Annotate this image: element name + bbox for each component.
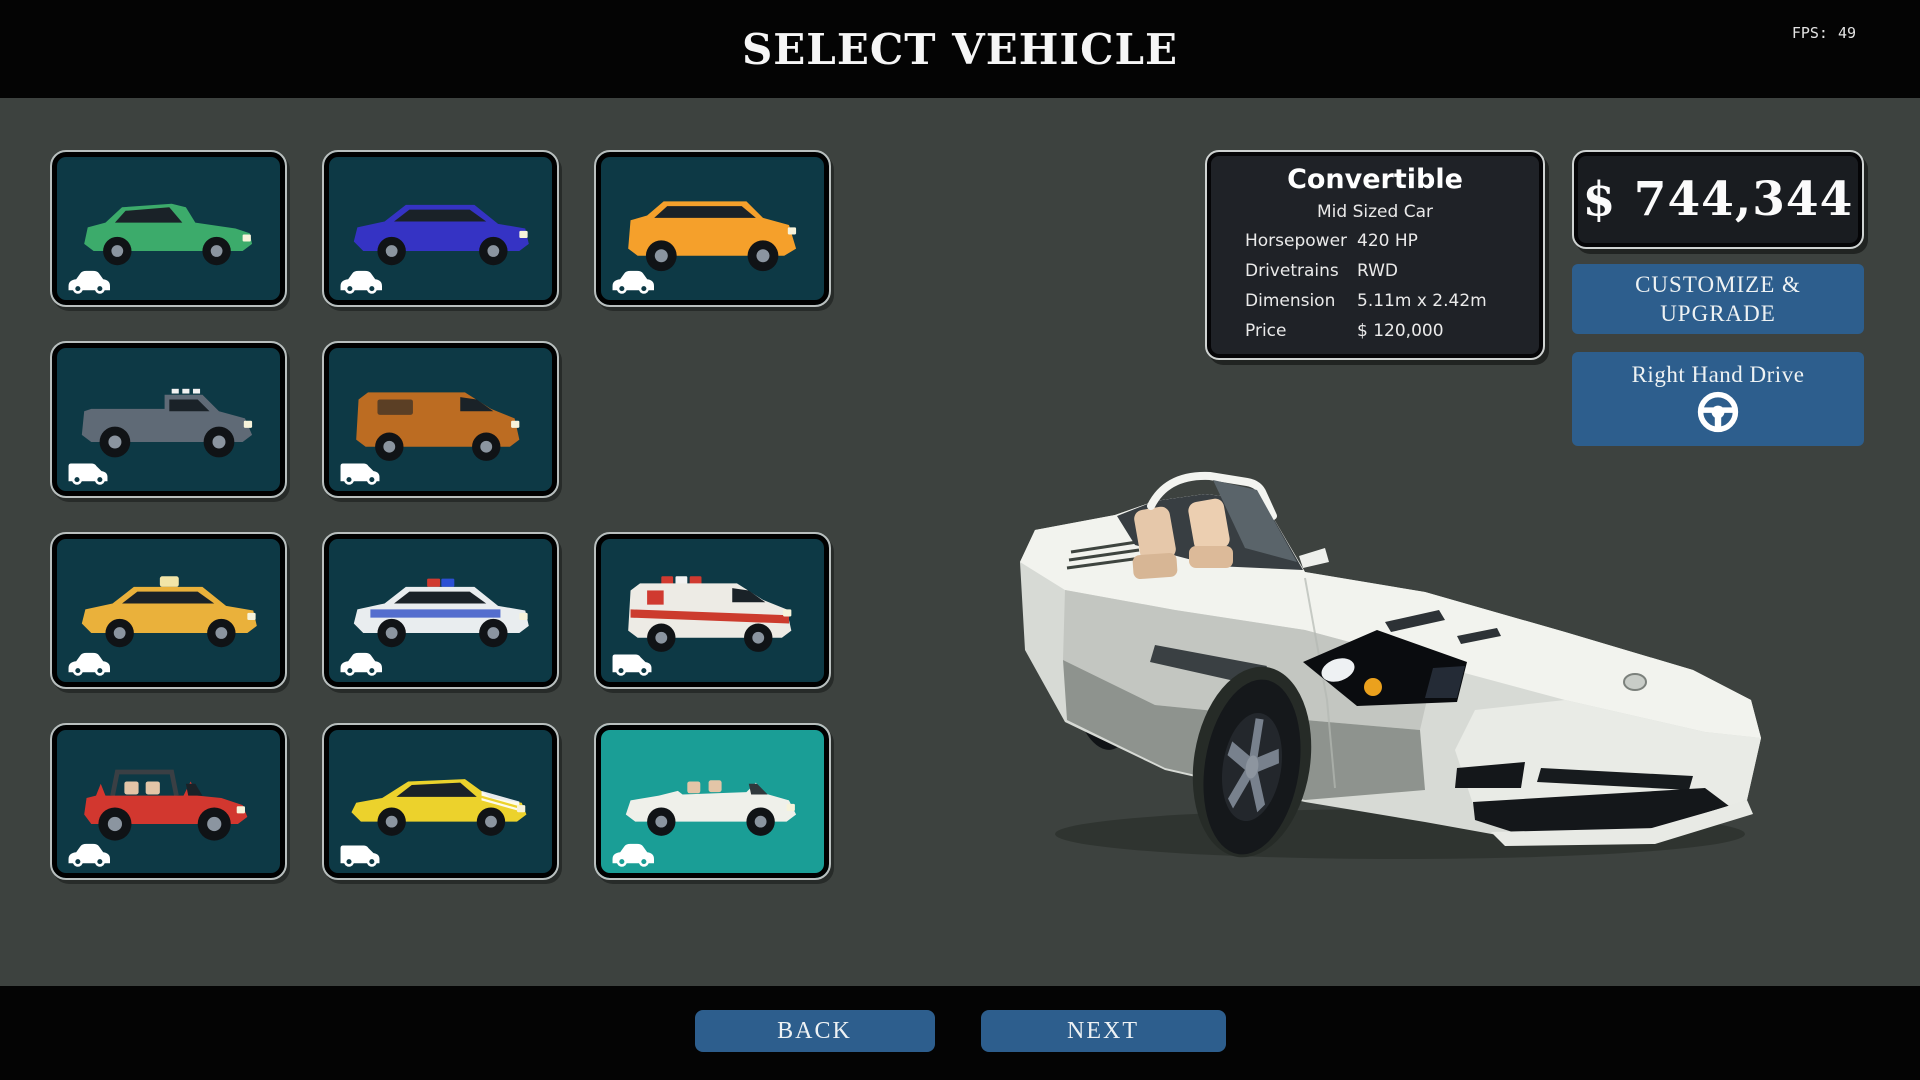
top-bar: SELECT VEHICLE FPS: 49 [0,0,1920,98]
spec-label: Dimension [1207,291,1357,312]
vehicle-tile-green-hatchback[interactable] [50,150,287,307]
bottom-bar: BACK NEXT [0,986,1920,1080]
spec-value: 5.11m x 2.42m [1357,291,1487,312]
customize-line1: CUSTOMIZE & [1635,270,1801,299]
spec-value: $ 120,000 [1357,321,1444,342]
car-icon [66,649,110,677]
next-button[interactable]: NEXT [981,1010,1226,1052]
spec-row-dimension: Dimension 5.11m x 2.42m [1207,291,1543,312]
vehicle-tile-blue-sedan[interactable] [322,150,559,307]
spec-label: Drivetrains [1207,261,1357,282]
total-price-panel: $ 744,344 [1572,150,1864,249]
fps-counter: FPS: 49 [1782,24,1856,42]
vehicle-tile-orange-suv[interactable] [594,150,831,307]
customize-upgrade-button[interactable]: CUSTOMIZE & UPGRADE [1572,264,1864,334]
vehicle-name: Convertible [1207,164,1543,195]
total-price: $ 744,344 [1583,172,1854,227]
vehicle-tile-police-car[interactable] [322,532,559,689]
rhd-label: Right Hand Drive [1632,362,1805,388]
spec-label: Horsepower [1207,231,1357,252]
vehicle-tile-yellow-muscle-car[interactable] [322,723,559,880]
customize-line2: UPGRADE [1660,299,1776,328]
van-icon [338,458,382,486]
page-title: SELECT VEHICLE [0,0,1920,98]
car-icon [338,649,382,677]
vehicle-tile-red-jeep[interactable] [50,723,287,880]
car-icon [610,840,654,868]
fps-value: 49 [1838,24,1856,42]
spec-label: Price [1207,321,1357,342]
vehicle-tile-ambulance[interactable] [594,532,831,689]
spec-row-price: Price $ 120,000 [1207,321,1543,342]
vehicle-select-screen: SELECT VEHICLE FPS: 49 [0,0,1920,1080]
spec-value: RWD [1357,261,1398,282]
car-icon [338,267,382,295]
selected-vehicle-preview [1005,470,1815,875]
vehicle-tile-orange-van[interactable] [322,341,559,498]
van-icon [610,649,654,677]
back-button[interactable]: BACK [695,1010,935,1052]
van-icon [338,840,382,868]
vehicle-grid [50,150,831,880]
vehicle-tile-gray-pickup[interactable] [50,341,287,498]
vehicle-tile-taxi[interactable] [50,532,287,689]
spec-value: 420 HP [1357,231,1418,252]
spec-row-drivetrains: Drivetrains RWD [1207,261,1543,282]
vehicle-class: Mid Sized Car [1207,202,1543,222]
car-icon [66,840,110,868]
right-hand-drive-button[interactable]: Right Hand Drive [1572,352,1864,446]
van-icon [66,458,110,486]
steering-wheel-icon [1696,390,1740,434]
spec-row-horsepower: Horsepower 420 HP [1207,231,1543,252]
vehicle-tile-white-convertible[interactable] [594,723,831,880]
vehicle-info-panel: Convertible Mid Sized Car Horsepower 420… [1205,150,1545,360]
car-icon [610,267,654,295]
fps-label: FPS: [1792,24,1828,42]
car-icon [66,267,110,295]
grid-empty-cell [594,341,831,498]
